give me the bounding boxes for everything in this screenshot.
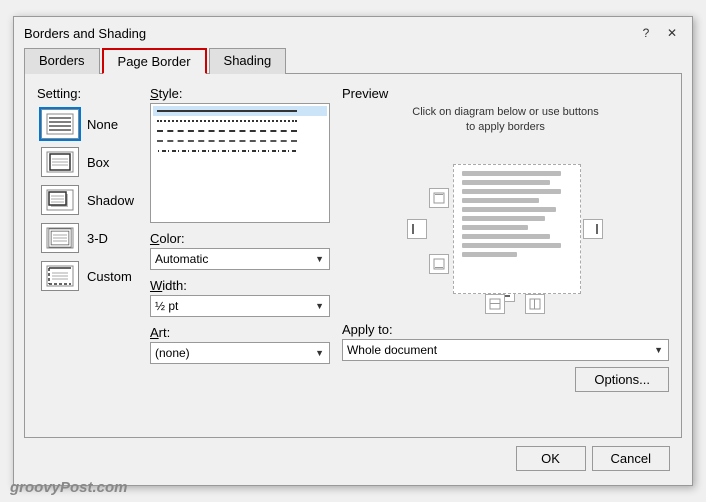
setting-shadow[interactable]: Shadow xyxy=(37,183,138,217)
doc-line-9 xyxy=(462,243,561,248)
setting-3d[interactable]: 3-D xyxy=(37,221,138,255)
doc-line-2 xyxy=(462,180,550,185)
doc-lines xyxy=(454,165,580,263)
border-center-bottom-right-button[interactable] xyxy=(525,294,545,314)
dialog-title: Borders and Shading xyxy=(24,26,146,41)
dashed-long-line-icon xyxy=(157,140,297,142)
art-select-wrapper: (none) xyxy=(150,342,330,364)
doc-line-7 xyxy=(462,225,528,230)
border-right-icon xyxy=(587,223,599,235)
setting-column: Setting: None xyxy=(37,86,138,425)
tab-page-border[interactable]: Page Border xyxy=(102,48,207,74)
border-lower-left-button[interactable] xyxy=(429,254,449,274)
style-dotted[interactable] xyxy=(153,116,327,126)
border-right-button[interactable] xyxy=(583,219,603,239)
apply-to-select-wrapper: Whole documentThis sectionThis section -… xyxy=(342,339,669,361)
setting-none[interactable]: None xyxy=(37,107,138,141)
tab-panel: Setting: None xyxy=(24,73,682,438)
style-dashed-short[interactable] xyxy=(153,126,327,136)
tab-borders[interactable]: Borders xyxy=(24,48,100,74)
preview-diagram xyxy=(405,144,605,314)
border-inner-vert-icon xyxy=(529,298,541,310)
style-solid[interactable] xyxy=(153,106,327,116)
setting-none-icon-box xyxy=(41,109,79,139)
watermark: groovyPost.com xyxy=(10,479,128,496)
preview-column: Preview Click on diagram below or use bu… xyxy=(342,86,669,425)
style-label: Style: xyxy=(150,86,330,101)
options-row: Options... xyxy=(342,367,669,392)
doc-line-1 xyxy=(462,171,561,176)
apply-to-label: Apply to: xyxy=(342,322,669,337)
box-icon xyxy=(46,151,74,173)
apply-to-section: Apply to: Whole documentThis sectionThis… xyxy=(342,322,669,361)
border-inner-horiz-icon xyxy=(489,298,501,310)
help-button[interactable]: ? xyxy=(636,23,656,43)
setting-label: Setting: xyxy=(37,86,138,101)
custom-icon xyxy=(46,265,74,287)
solid-line-icon xyxy=(157,110,297,112)
cancel-button[interactable]: Cancel xyxy=(592,446,670,471)
width-section: Width: ¼ pt½ pt¾ pt1 pt1½ pt2¼ pt3 pt4½ … xyxy=(150,278,330,317)
setting-shadow-label: Shadow xyxy=(87,193,134,208)
art-select[interactable]: (none) xyxy=(150,342,330,364)
color-select-wrapper: AutomaticBlackRedBlueGreen xyxy=(150,248,330,270)
setting-custom-label: Custom xyxy=(87,269,132,284)
doc-line-8 xyxy=(462,234,550,239)
doc-line-4 xyxy=(462,198,539,203)
border-upper-left-button[interactable] xyxy=(429,188,449,208)
middle-column: Style: xyxy=(150,86,330,425)
preview-hint: Click on diagram below or use buttonsto … xyxy=(342,105,669,136)
border-left-button[interactable] xyxy=(407,219,427,239)
border-left-icon xyxy=(411,223,423,235)
color-section: Color: AutomaticBlackRedBlueGreen xyxy=(150,231,330,270)
setting-3d-label: 3-D xyxy=(87,231,108,246)
art-label: Art: xyxy=(150,325,330,340)
setting-box[interactable]: Box xyxy=(37,145,138,179)
width-label: Width: xyxy=(150,278,330,293)
setting-3d-icon-box xyxy=(41,223,79,253)
width-select-wrapper: ¼ pt½ pt¾ pt1 pt1½ pt2¼ pt3 pt4½ pt6 pt xyxy=(150,295,330,317)
dashed-short-line-icon xyxy=(157,130,297,132)
bottom-buttons: OK Cancel xyxy=(24,438,682,475)
setting-custom[interactable]: Custom xyxy=(37,259,138,293)
shadow-icon xyxy=(46,189,74,211)
dashdot-line-icon xyxy=(157,150,297,152)
title-bar: Borders and Shading ? ✕ xyxy=(14,17,692,47)
art-section: Art: (none) xyxy=(150,325,330,364)
style-list[interactable] xyxy=(150,103,330,223)
border-lower-left-icon xyxy=(433,258,445,270)
setting-box-label: Box xyxy=(87,155,109,170)
doc-line-10 xyxy=(462,252,517,257)
style-section: Style: xyxy=(150,86,330,223)
preview-label: Preview xyxy=(342,86,669,101)
doc-line-5 xyxy=(462,207,556,212)
border-center-bottom-left-button[interactable] xyxy=(485,294,505,314)
doc-line-6 xyxy=(462,216,545,221)
close-button[interactable]: ✕ xyxy=(662,23,682,43)
border-upper-left-icon xyxy=(433,192,445,204)
none-icon xyxy=(46,113,74,135)
doc-line-3 xyxy=(462,189,561,194)
dialog-content: Borders Page Border Shading Setting: xyxy=(14,47,692,485)
ok-button[interactable]: OK xyxy=(516,446,586,471)
options-button[interactable]: Options... xyxy=(575,367,669,392)
setting-none-label: None xyxy=(87,117,118,132)
tab-bar: Borders Page Border Shading xyxy=(24,47,682,73)
setting-shadow-icon-box xyxy=(41,185,79,215)
tab-shading[interactable]: Shading xyxy=(209,48,287,74)
style-dashed-long[interactable] xyxy=(153,136,327,146)
3d-icon xyxy=(46,227,74,249)
style-dashdot[interactable] xyxy=(153,146,327,156)
apply-to-select[interactable]: Whole documentThis sectionThis section -… xyxy=(342,339,669,361)
color-select[interactable]: AutomaticBlackRedBlueGreen xyxy=(150,248,330,270)
dotted-line-icon xyxy=(157,120,297,122)
setting-box-icon-box xyxy=(41,147,79,177)
title-bar-controls: ? ✕ xyxy=(636,23,682,43)
setting-custom-icon-box xyxy=(41,261,79,291)
borders-and-shading-dialog: Borders and Shading ? ✕ Borders Page Bor… xyxy=(13,16,693,486)
width-select[interactable]: ¼ pt½ pt¾ pt1 pt1½ pt2¼ pt3 pt4½ pt6 pt xyxy=(150,295,330,317)
preview-document xyxy=(453,164,581,294)
color-label: Color: xyxy=(150,231,330,246)
